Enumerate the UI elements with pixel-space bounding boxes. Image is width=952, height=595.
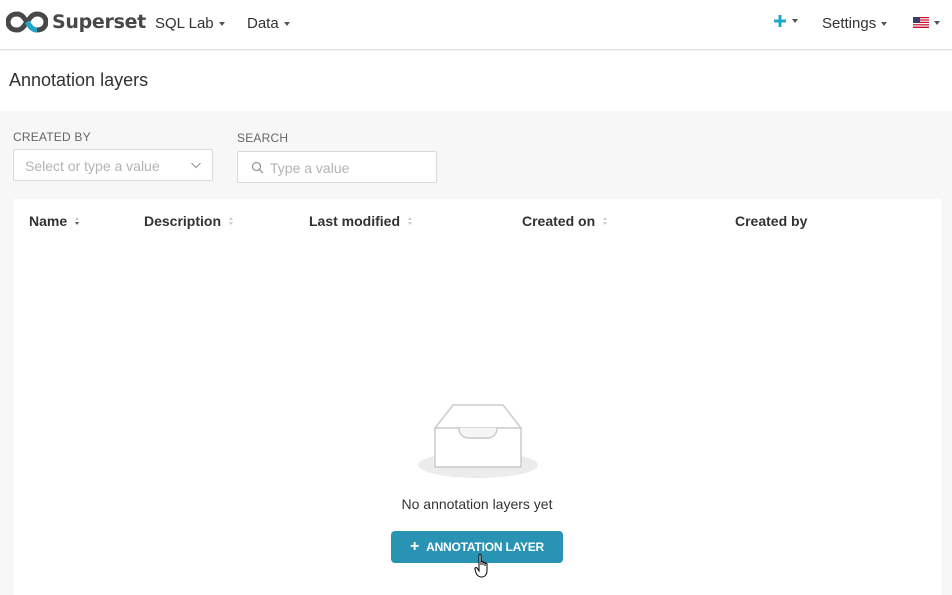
empty-inbox-icon xyxy=(418,404,538,478)
nav-menu-label: Settings xyxy=(822,15,877,32)
add-annotation-layer-label: ANNOTATION LAYER xyxy=(426,540,545,554)
sort-icon xyxy=(229,217,234,225)
brand-name: Superset xyxy=(52,11,146,33)
column-header-label: Name xyxy=(29,213,68,229)
column-header-label: Last modified xyxy=(309,213,401,229)
column-header-label: Description xyxy=(144,213,222,229)
nav-menu-data[interactable]: Data xyxy=(247,15,290,32)
top-navbar: Superset SQL Lab Data Settings xyxy=(0,0,952,50)
column-header-name[interactable]: Name xyxy=(29,213,80,229)
caret-down-icon xyxy=(218,21,225,26)
column-header-created-on[interactable]: Created on xyxy=(522,213,608,229)
created-by-filter-label: CREATED BY xyxy=(13,130,91,144)
hand-pointer-icon xyxy=(474,553,488,578)
empty-state-message: No annotation layers yet xyxy=(401,496,553,512)
plus-icon xyxy=(774,15,786,27)
search-placeholder: Type a value xyxy=(270,160,350,176)
column-header-label: Created on xyxy=(522,213,596,229)
sort-icon xyxy=(75,217,80,225)
new-item-menu[interactable] xyxy=(773,14,798,28)
nav-menu-settings[interactable]: Settings xyxy=(822,15,888,32)
created-by-placeholder: Select or type a value xyxy=(25,158,160,174)
plus-icon: + xyxy=(409,538,420,555)
page-header: Annotation layers xyxy=(0,51,952,111)
us-flag-icon xyxy=(913,17,929,28)
chevron-down-icon xyxy=(191,162,201,169)
search-filter-label: SEARCH xyxy=(237,131,289,145)
caret-down-icon xyxy=(792,19,798,23)
search-icon xyxy=(251,161,264,174)
caret-down-icon xyxy=(934,20,940,25)
column-header-description[interactable]: Description xyxy=(144,213,234,229)
annotation-layers-table: Name Description Last modified Created o… xyxy=(13,199,941,595)
superset-logo-icon xyxy=(6,11,48,33)
column-header-last-modified[interactable]: Last modified xyxy=(309,213,413,229)
search-input[interactable]: Type a value xyxy=(237,151,437,183)
created-by-select[interactable]: Select or type a value xyxy=(13,149,213,181)
sort-icon xyxy=(603,217,608,225)
caret-down-icon xyxy=(881,21,888,26)
sort-icon xyxy=(408,217,413,225)
caret-down-icon xyxy=(283,21,290,26)
nav-menu-label: SQL Lab xyxy=(155,15,214,32)
nav-menu-label: Data xyxy=(247,15,279,32)
page-title: Annotation layers xyxy=(9,70,149,90)
language-picker[interactable] xyxy=(913,17,940,28)
brand-logo[interactable]: Superset xyxy=(6,9,146,35)
column-header-label: Created by xyxy=(735,213,808,229)
column-header-created-by: Created by xyxy=(735,213,807,229)
nav-menu-sql-lab[interactable]: SQL Lab xyxy=(155,15,225,32)
